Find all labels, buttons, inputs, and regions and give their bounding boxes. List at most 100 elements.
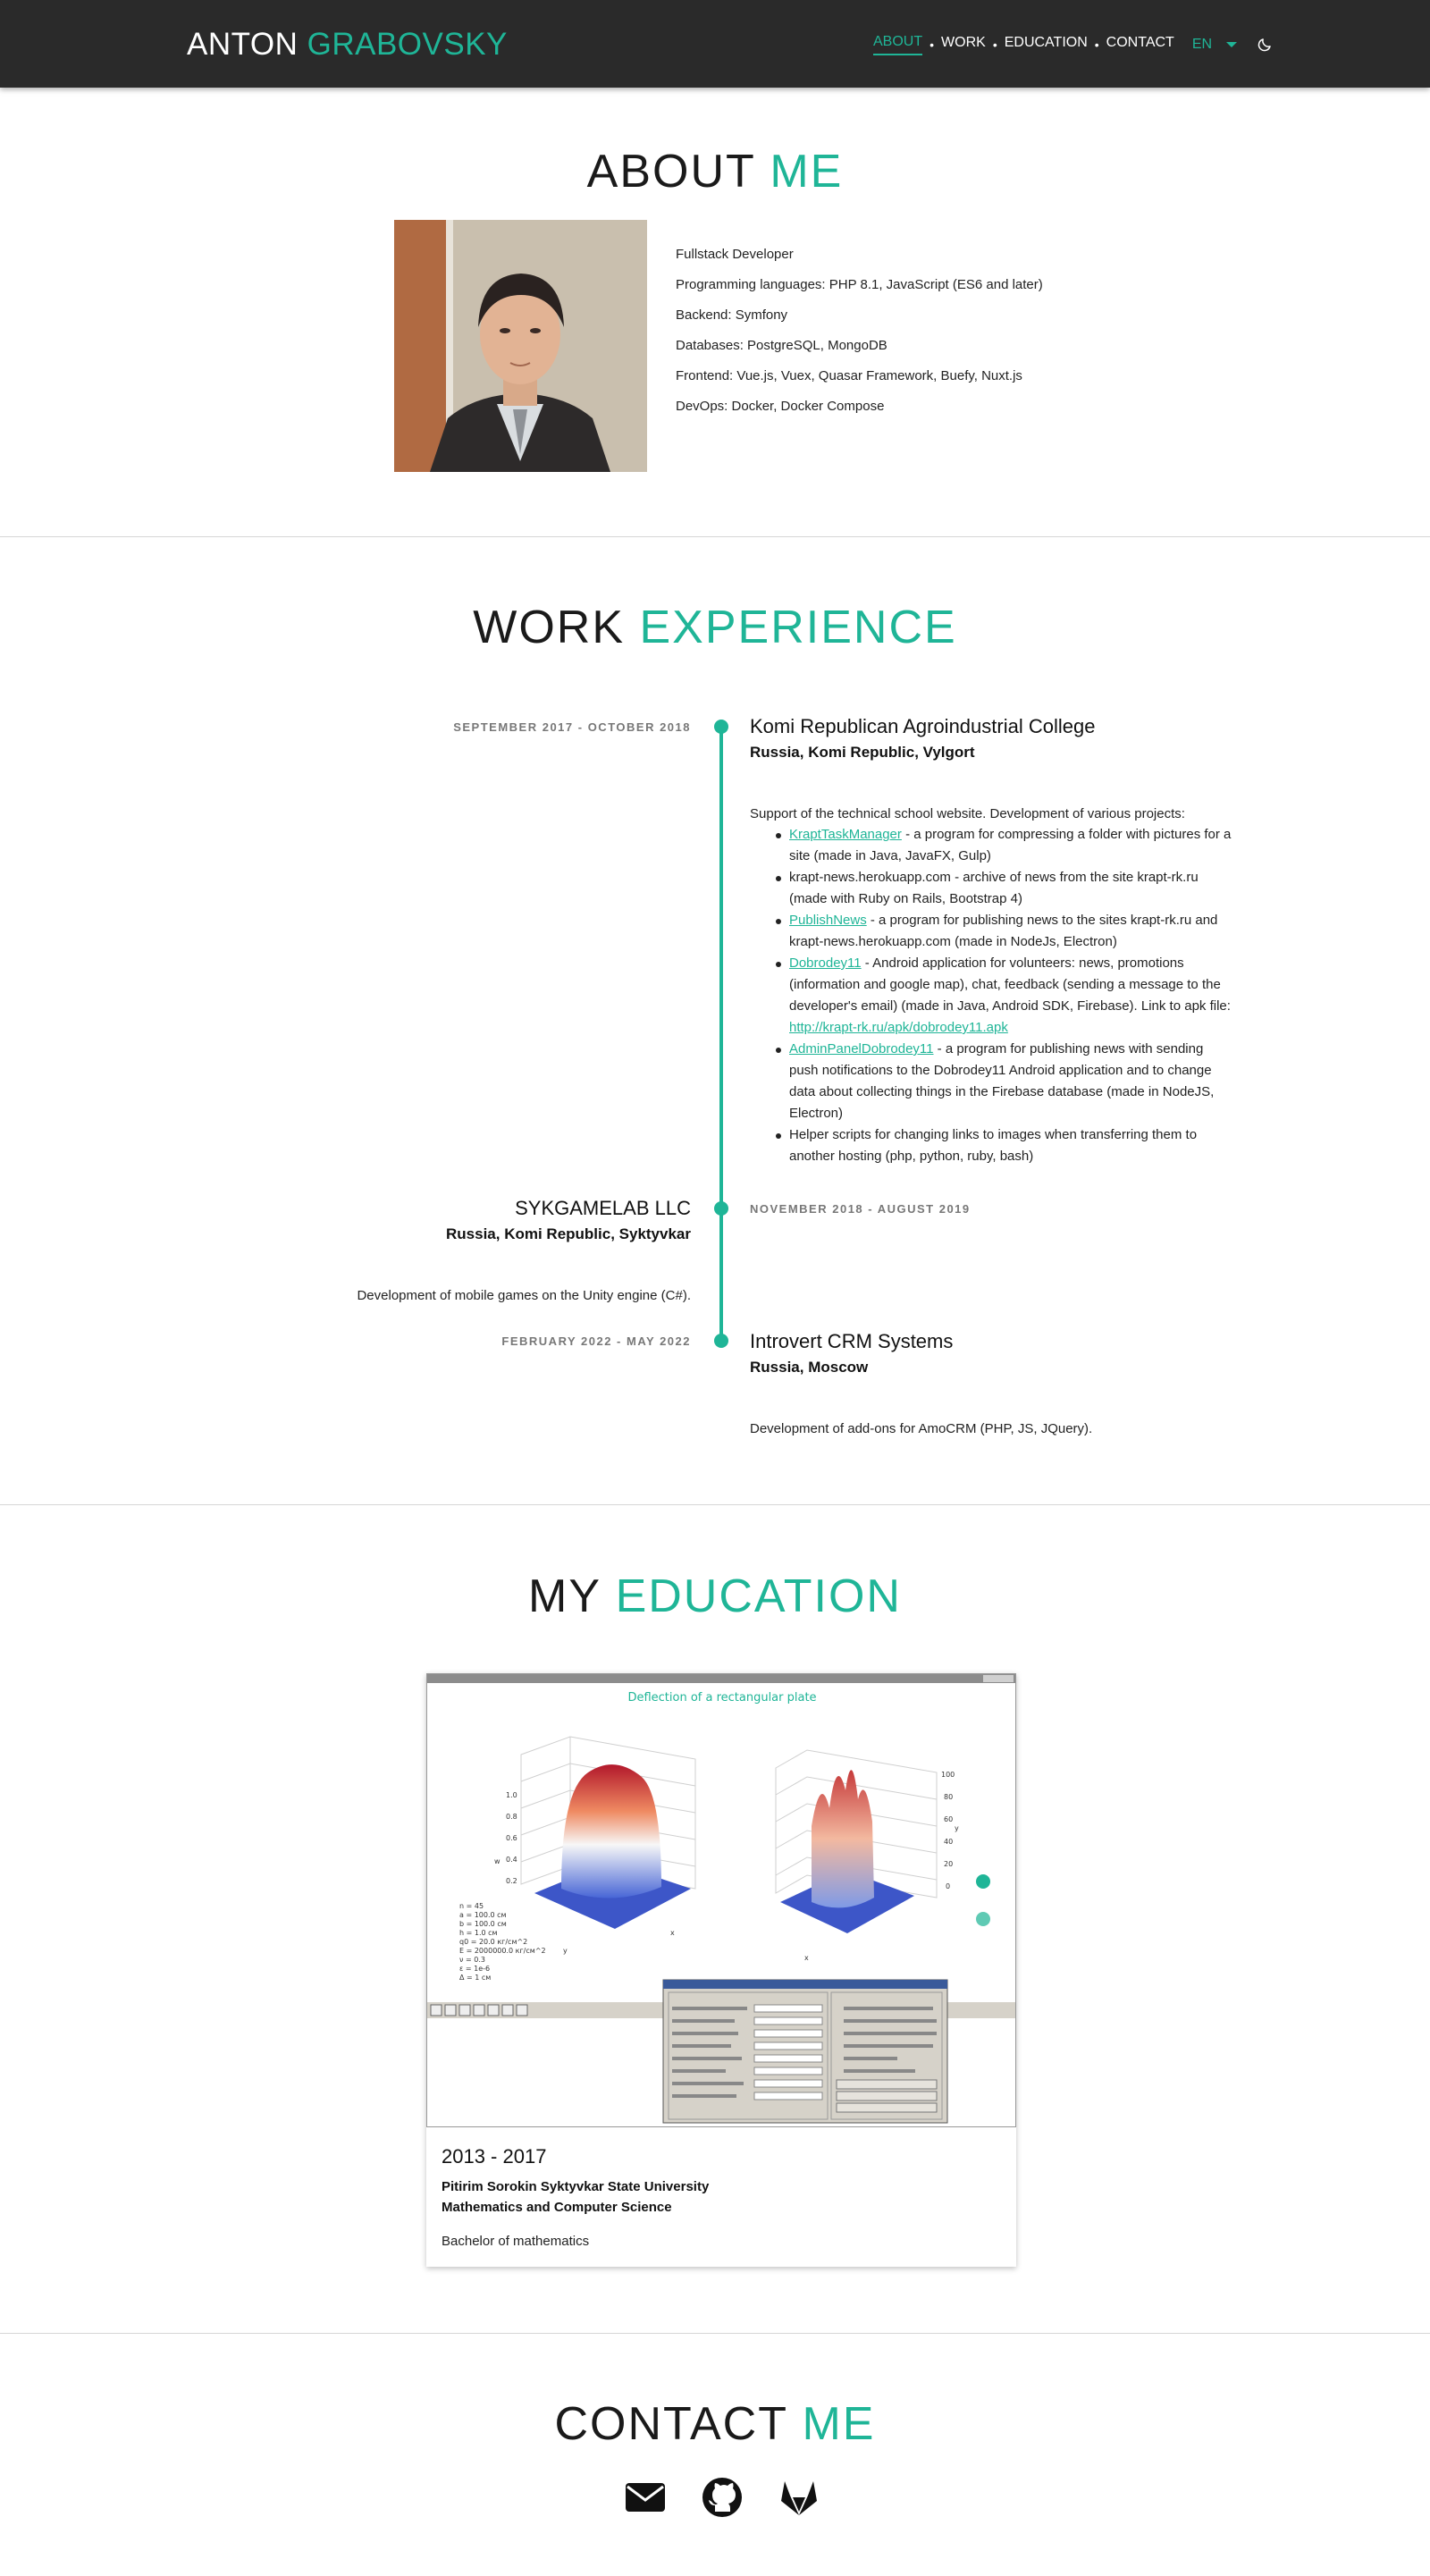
- brand-last-name: GRABOVSKY: [307, 27, 508, 62]
- contact-section-title: CONTACT ME: [0, 2397, 1430, 2451]
- svg-text:a = 100.0 см: a = 100.0 см: [459, 1911, 507, 1919]
- nav-link-contact[interactable]: CONTACT: [1106, 35, 1174, 55]
- plot-title: Deflection of a rectangular plate: [627, 1691, 816, 1705]
- work-section-title: WORK EXPERIENCE: [0, 601, 1430, 654]
- job-company: Introvert CRM Systems: [750, 1330, 954, 1352]
- education-years: 2013 - 2017: [442, 2145, 547, 2168]
- language-dropdown[interactable]: EN: [1191, 37, 1238, 53]
- language-label: EN: [1191, 37, 1213, 52]
- svg-text:h = 1.0 см: h = 1.0 см: [459, 1929, 498, 1937]
- list-item: Helper scripts for changing links to ima…: [776, 1124, 1236, 1167]
- about-skills-list: Fullstack Developer Programming language…: [676, 247, 1043, 429]
- education-title-word: MY: [528, 1570, 601, 1622]
- nav-link-work[interactable]: WORK: [941, 35, 986, 55]
- nav-link-about[interactable]: ABOUT: [873, 34, 923, 55]
- carousel-indicator[interactable]: [976, 1912, 990, 1926]
- job-date: FEBRUARY 2022 - MAY 2022: [501, 1334, 691, 1348]
- job-location: Russia, Moscow: [750, 1359, 869, 1376]
- svg-text:Δ = 1 см: Δ = 1 см: [459, 1974, 491, 1982]
- svg-text:x: x: [670, 1929, 675, 1937]
- svg-text:80: 80: [944, 1793, 953, 1801]
- svg-text:y: y: [955, 1824, 959, 1832]
- project-link-publishnews[interactable]: PublishNews: [789, 913, 867, 928]
- about-title-accent: ME: [770, 146, 844, 198]
- timeline-line: [719, 726, 723, 1343]
- nav-separator: •: [992, 38, 997, 52]
- about-title-word: ABOUT: [586, 146, 755, 198]
- section-divider: [0, 2333, 1430, 2334]
- dark-mode-moon-icon[interactable]: [1257, 37, 1273, 53]
- about-line: Frontend: Vue.js, Vuex, Quasar Framework…: [676, 368, 1022, 383]
- contact-links: [624, 2476, 820, 2519]
- apk-download-link[interactable]: http://krapt-rk.ru/apk/dobrodey11.apk: [789, 1020, 1008, 1035]
- education-card: Deflection of a rectangular plate 1.0 0.8…: [426, 1673, 1016, 2267]
- brand-first-name: ANTON: [187, 27, 299, 62]
- job-projects-list: KraptTaskManager - a program for compres…: [776, 824, 1236, 1167]
- svg-text:n = 45: n = 45: [459, 1902, 484, 1910]
- svg-text:0.4: 0.4: [506, 1856, 517, 1864]
- section-divider: [0, 1504, 1430, 1505]
- job-description: Development of add-ons for AmoCRM (PHP, …: [750, 1421, 1093, 1436]
- email-icon[interactable]: [624, 2476, 667, 2519]
- github-icon[interactable]: [701, 2476, 744, 2519]
- svg-text:60: 60: [944, 1815, 953, 1823]
- svg-text:w: w: [494, 1857, 500, 1865]
- svg-text:E = 2000000.0 кг/см^2: E = 2000000.0 кг/см^2: [459, 1947, 546, 1955]
- svg-text:b = 100.0 см: b = 100.0 см: [459, 1920, 507, 1928]
- brand-logo[interactable]: ANTON GRABOVSKY: [187, 27, 508, 63]
- nav-separator: •: [1094, 38, 1099, 52]
- project-link-krapttaskmanager[interactable]: KraptTaskManager: [789, 827, 902, 842]
- contact-title-word: CONTACT: [554, 2398, 788, 2450]
- svg-text:0.6: 0.6: [506, 1834, 517, 1842]
- education-title-accent: EDUCATION: [615, 1570, 902, 1622]
- list-item: PublishNews - a program for publishing n…: [776, 910, 1236, 953]
- navbar: ANTON GRABOVSKY ABOUT • WORK • EDUCATION…: [0, 0, 1430, 88]
- list-item: KraptTaskManager - a program for compres…: [776, 824, 1236, 867]
- profile-photo: [394, 220, 647, 472]
- svg-text:0.2: 0.2: [506, 1877, 517, 1885]
- svg-text:40: 40: [944, 1838, 953, 1846]
- carousel-indicator[interactable]: [976, 1874, 990, 1889]
- project-description: Helper scripts for changing links to ima…: [789, 1127, 1198, 1164]
- nav-menu: ABOUT • WORK • EDUCATION • CONTACT EN: [873, 34, 1273, 55]
- job-date: SEPTEMBER 2017 - OCTOBER 2018: [453, 720, 691, 734]
- timeline-dot: [714, 1334, 728, 1348]
- about-line: Databases: PostgreSQL, MongoDB: [676, 338, 887, 353]
- svg-text:0: 0: [946, 1882, 950, 1890]
- svg-text:ε = 1e-6: ε = 1e-6: [459, 1965, 490, 1973]
- about-line: Fullstack Developer: [676, 247, 794, 262]
- about-line: Programming languages: PHP 8.1, JavaScri…: [676, 277, 1043, 292]
- project-description: krapt-news.herokuapp.com - archive of ne…: [789, 870, 1199, 906]
- job-company: Komi Republican Agroindustrial College: [750, 715, 1096, 737]
- education-screenshot: Deflection of a rectangular plate 1.0 0.8…: [426, 1673, 1016, 2127]
- svg-text:0.8: 0.8: [506, 1813, 517, 1821]
- job-description: Support of the technical school website.…: [750, 806, 1185, 821]
- nav-separator: •: [930, 38, 935, 52]
- svg-text:20: 20: [944, 1860, 953, 1868]
- education-university: Pitirim Sorokin Syktyvkar State Universi…: [442, 2179, 710, 2194]
- about-line: DevOps: Docker, Docker Compose: [676, 399, 885, 414]
- work-title-accent: EXPERIENCE: [639, 602, 957, 653]
- timeline-dot: [714, 1201, 728, 1216]
- education-section-title: MY EDUCATION: [0, 1570, 1430, 1623]
- contact-title-accent: ME: [802, 2398, 876, 2450]
- work-title-word: WORK: [473, 602, 626, 653]
- about-line: Backend: Symfony: [676, 307, 788, 323]
- job-date: NOVEMBER 2018 - AUGUST 2019: [750, 1202, 971, 1216]
- section-divider: [0, 536, 1430, 537]
- svg-text:ν = 0.3: ν = 0.3: [459, 1956, 485, 1964]
- job-description: Development of mobile games on the Unity…: [357, 1288, 691, 1303]
- timeline-dot: [714, 720, 728, 734]
- about-section-title: ABOUT ME: [0, 145, 1430, 198]
- gitlab-icon[interactable]: [778, 2476, 820, 2519]
- nav-link-education[interactable]: EDUCATION: [1005, 35, 1088, 55]
- svg-text:100: 100: [941, 1771, 955, 1779]
- education-degree: Bachelor of mathematics: [442, 2234, 590, 2249]
- education-faculty: Mathematics and Computer Science: [442, 2200, 672, 2215]
- svg-text:x: x: [804, 1954, 809, 1962]
- svg-text:1.0: 1.0: [506, 1791, 517, 1799]
- project-link-adminpaneldobrodey11[interactable]: AdminPanelDobrodey11: [789, 1041, 934, 1056]
- project-link-dobrodey11[interactable]: Dobrodey11: [789, 955, 862, 971]
- job-company: SYKGAMELAB LLC: [515, 1197, 691, 1219]
- job-location: Russia, Komi Republic, Vylgort: [750, 744, 975, 761]
